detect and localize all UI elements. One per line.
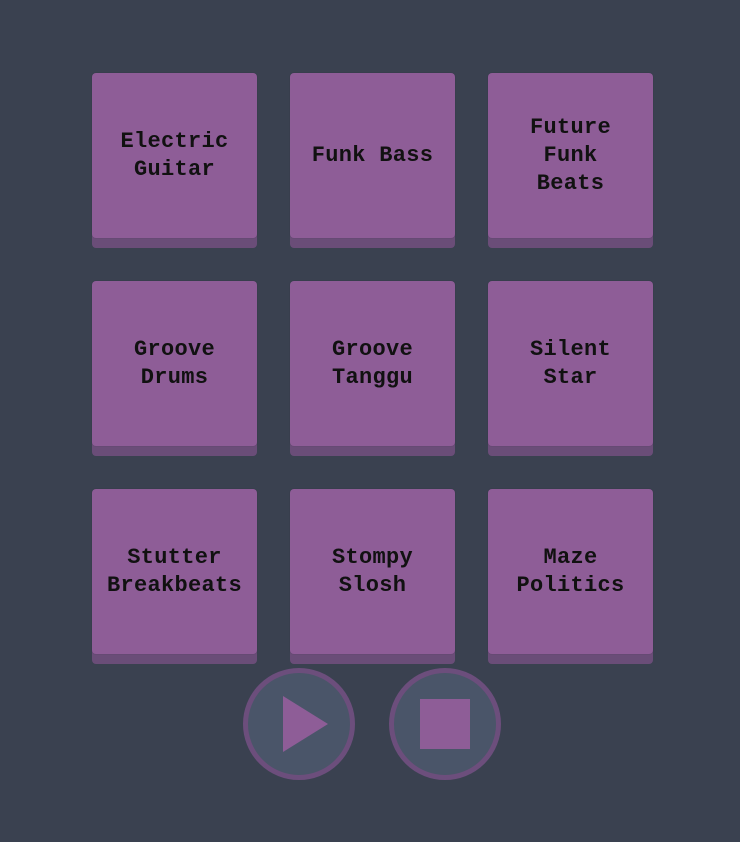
pad-maze-politics[interactable]: Maze Politics: [488, 489, 653, 664]
pad-face[interactable]: Silent Star: [488, 281, 653, 446]
pad-label: Electric Guitar: [114, 128, 234, 184]
pad-label-line: Silent: [529, 336, 611, 362]
pad-face[interactable]: Stutter Breakbeats: [92, 489, 257, 654]
pad-stutter-breakbeats[interactable]: Stutter Breakbeats: [92, 489, 257, 664]
stop-square-icon: [420, 699, 470, 749]
pad-face[interactable]: Stompy Slosh: [290, 489, 455, 654]
play-triangle-icon: [283, 696, 328, 752]
pad-label: Stompy Slosh: [326, 544, 419, 600]
pad-label-line: Maze: [543, 544, 598, 570]
pad-label-line: Funk Bass: [311, 142, 434, 168]
pad-face[interactable]: Groove Drums: [92, 281, 257, 446]
pad-label-line: Breakbeats: [106, 572, 243, 598]
pad-label: Funk Bass: [306, 142, 440, 170]
pad-label-line: Stompy: [331, 544, 413, 570]
pad-face[interactable]: Funk Bass: [290, 73, 455, 238]
pad-future-funk-beats[interactable]: Future Funk Beats: [488, 73, 653, 248]
pad-face[interactable]: Maze Politics: [488, 489, 653, 654]
pad-label: Stutter Breakbeats: [101, 544, 248, 600]
pad-face[interactable]: Future Funk Beats: [488, 73, 653, 238]
pad-stompy-slosh[interactable]: Stompy Slosh: [290, 489, 455, 664]
pad-label-line: Stutter: [127, 544, 222, 570]
pad-label-line: Groove: [133, 336, 215, 362]
pad-grid: Electric Guitar Funk Bass Future Funk Be…: [92, 73, 653, 664]
pad-funk-bass[interactable]: Funk Bass: [290, 73, 455, 248]
pad-silent-star[interactable]: Silent Star: [488, 281, 653, 456]
pad-groove-tanggu[interactable]: Groove Tanggu: [290, 281, 455, 456]
stop-button[interactable]: [389, 668, 501, 780]
pad-label: Groove Drums: [128, 336, 221, 392]
pad-label: Silent Star: [524, 336, 617, 392]
play-button[interactable]: [243, 668, 355, 780]
pad-label: Groove Tanggu: [326, 336, 419, 392]
pad-label-line: Electric: [120, 128, 229, 154]
pad-label-line: Tanggu: [331, 364, 413, 390]
pad-label-line: Politics: [516, 572, 625, 598]
pad-face[interactable]: Electric Guitar: [92, 73, 257, 238]
pad-groove-drums[interactable]: Groove Drums: [92, 281, 257, 456]
pad-label-line: Groove: [331, 336, 413, 362]
sound-pad-app: Electric Guitar Funk Bass Future Funk Be…: [0, 0, 740, 842]
pad-label-line: Slosh: [338, 572, 407, 598]
playback-controls: [243, 668, 501, 780]
pad-label-line: Drums: [140, 364, 209, 390]
pad-label-line: Guitar: [133, 156, 215, 182]
pad-label: Maze Politics: [510, 544, 630, 600]
pad-face[interactable]: Groove Tanggu: [290, 281, 455, 446]
pad-label-line: Beats: [536, 170, 605, 196]
pad-label-line: Funk: [543, 142, 598, 168]
pad-electric-guitar[interactable]: Electric Guitar: [92, 73, 257, 248]
pad-label-line: Future: [529, 114, 611, 140]
pad-label-line: Star: [543, 364, 598, 390]
pad-label: Future Funk Beats: [524, 114, 617, 198]
